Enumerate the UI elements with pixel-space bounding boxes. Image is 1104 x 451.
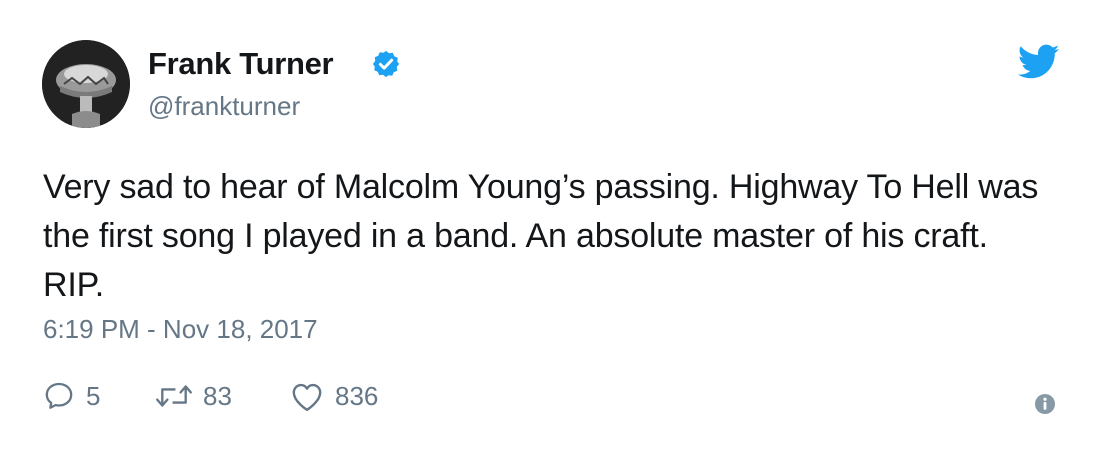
avatar-portrait-icon (42, 40, 130, 128)
tweet-timestamp[interactable]: 6:19 PM - Nov 18, 2017 (43, 314, 318, 345)
retweet-icon (156, 385, 192, 407)
reply-button[interactable]: 5 (42, 378, 100, 414)
tweet-text: Very sad to hear of Malcolm Young’s pass… (43, 168, 1039, 304)
like-button[interactable]: 836 (289, 378, 378, 414)
info-icon[interactable] (1034, 393, 1056, 415)
heart-icon (292, 383, 322, 411)
retweet-button[interactable]: 83 (155, 378, 232, 414)
reply-count: 5 (86, 380, 101, 411)
author-name[interactable]: Frank Turner (148, 46, 334, 82)
verified-badge-icon (372, 50, 400, 78)
author-handle[interactable]: @frankturner (148, 91, 300, 122)
reply-icon (45, 382, 73, 409)
retweet-count: 83 (203, 380, 232, 411)
author-avatar[interactable] (42, 40, 130, 128)
like-count: 836 (335, 380, 379, 411)
twitter-bird-icon[interactable] (1018, 44, 1060, 80)
tweet-card: Frank Turner @frankturner Very sad to he… (0, 0, 1104, 451)
